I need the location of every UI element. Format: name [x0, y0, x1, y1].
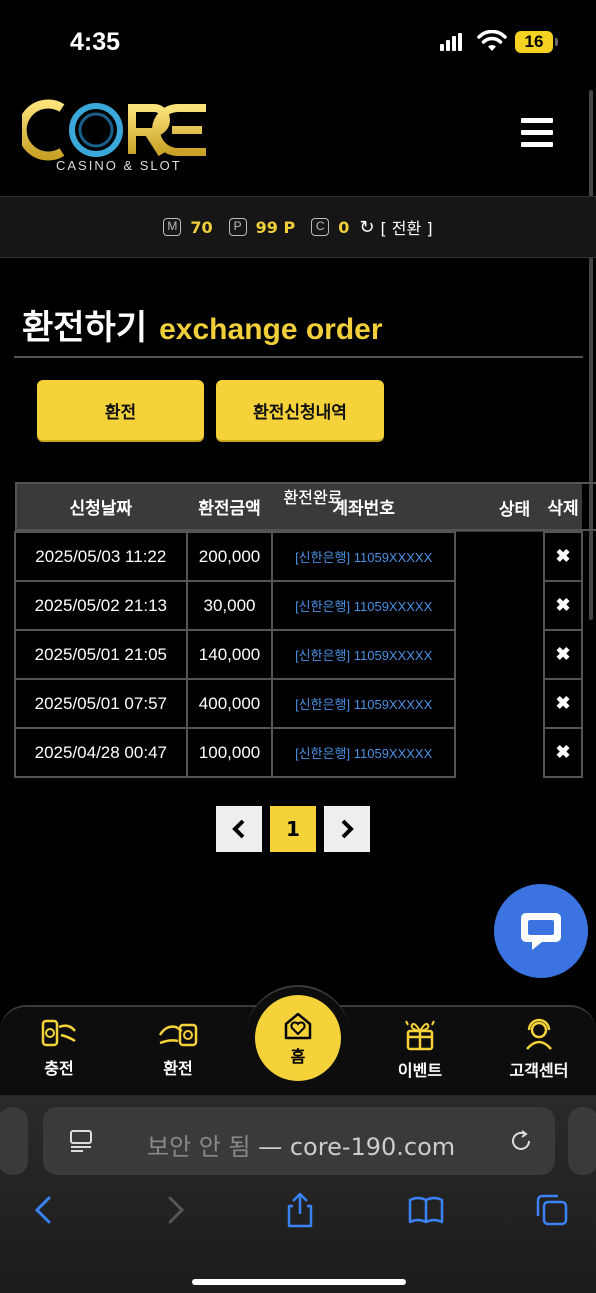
wifi-icon	[477, 30, 507, 51]
money-icon: M	[163, 218, 182, 236]
row-amount: 30,000	[185, 580, 274, 631]
nav-event[interactable]: 이벤트	[380, 1017, 460, 1081]
row-account: [신한은행] 11059XXXXX	[271, 531, 456, 582]
exchange-icon	[158, 1023, 198, 1047]
chevron-right-icon	[341, 819, 354, 839]
reload-icon[interactable]	[509, 1129, 533, 1153]
page-menu-icon[interactable]	[69, 1129, 93, 1153]
chevron-left-icon	[232, 819, 245, 839]
convert-button[interactable]: [ 전환 ]	[380, 215, 432, 239]
support-agent-icon	[526, 1018, 552, 1050]
menu-icon[interactable]	[521, 118, 553, 147]
row-date: 2025/05/03 11:22	[14, 531, 188, 582]
coupon-value: 0	[338, 217, 350, 237]
home-heart-icon	[284, 1012, 312, 1040]
row-amount: 200,000	[185, 531, 274, 582]
title-divider	[14, 356, 583, 358]
row-account: [신한은행] 11059XXXXX	[271, 580, 456, 631]
scrollbar[interactable]	[589, 90, 593, 620]
delete-icon[interactable]: ✖	[543, 678, 583, 729]
pagination: 1	[216, 806, 370, 852]
status-time: 4:35	[70, 28, 121, 56]
delete-icon[interactable]: ✖	[543, 531, 583, 582]
table-row: 2025/05/01 21:05 140,000 [신한은행] 11059XXX…	[14, 482, 596, 680]
nav-support[interactable]: 고객센터	[499, 1017, 579, 1081]
tabs-icon[interactable]	[532, 1190, 572, 1230]
next-tab-preview[interactable]	[568, 1107, 596, 1175]
row-amount: 140,000	[185, 629, 274, 680]
insecure-label: 보안 안 됨	[147, 1133, 251, 1161]
table-row: 2025/04/28 00:47 100,000 [신한은행] 11059XXX…	[14, 482, 596, 778]
points-bar: M 70 P 99 P C 0 ↻ [ 전환 ]	[0, 196, 596, 258]
row-account: [신한은행] 11059XXXXX	[271, 727, 456, 778]
page: 4:35 16 CASINO & SLOT M 70 P 99 P C 0 ↻ …	[0, 0, 596, 1293]
delete-icon[interactable]: ✖	[543, 580, 583, 631]
row-date: 2025/05/01 21:05	[14, 629, 188, 680]
page-title-ko: 환전하기	[22, 308, 148, 348]
exchange-history-table: 신청날짜 환전금액 계좌번호 상태 삭제 2025/05/03 11:22 20…	[14, 482, 596, 778]
row-date: 2025/04/28 00:47	[14, 727, 188, 778]
site-header: CASINO & SLOT	[0, 80, 596, 196]
exchange-button[interactable]: 환전	[37, 380, 204, 440]
delete-icon[interactable]: ✖	[543, 727, 583, 778]
browser-chrome: 보안 안 됨 — core-190.com	[0, 1095, 596, 1293]
charge-icon	[41, 1019, 76, 1047]
chat-button[interactable]	[494, 884, 588, 978]
page-number-button[interactable]: 1	[270, 806, 316, 852]
forward-icon[interactable]	[155, 1190, 195, 1230]
browser-toolbar	[0, 1190, 596, 1250]
prev-tab-preview[interactable]	[0, 1107, 28, 1175]
bookmarks-icon[interactable]	[406, 1190, 446, 1230]
table-row: 2025/05/01 07:57 400,000 [신한은행] 11059XXX…	[14, 482, 596, 729]
coupon-icon: C	[311, 218, 330, 236]
prev-page-button[interactable]	[216, 806, 262, 852]
gift-icon	[405, 1020, 435, 1051]
delete-icon[interactable]: ✖	[543, 629, 583, 680]
url-separator: —	[250, 1133, 290, 1161]
back-icon[interactable]	[24, 1190, 64, 1230]
status-bar: 4:35 16	[0, 0, 596, 80]
bottom-nav: 충전 환전 홈 이벤트 고객센터	[0, 985, 596, 1095]
refresh-icon[interactable]: ↻	[359, 217, 374, 238]
row-account: [신한은행] 11059XXXXX	[271, 629, 456, 680]
battery-icon: 16	[515, 31, 558, 53]
nav-home-label: 홈	[290, 1047, 306, 1066]
logo[interactable]: CASINO & SLOT	[17, 98, 212, 178]
home-indicator[interactable]	[192, 1279, 406, 1285]
share-icon[interactable]	[280, 1190, 320, 1230]
chat-bubble-icon	[521, 913, 561, 950]
address-bar[interactable]: 보안 안 됨 — core-190.com	[43, 1107, 555, 1175]
row-amount: 100,000	[185, 727, 274, 778]
nav-exchange-label: 환전	[163, 1059, 193, 1078]
nav-charge[interactable]: 충전	[19, 1017, 99, 1079]
row-account: [신한은행] 11059XXXXX	[271, 678, 456, 729]
point-icon: P	[228, 218, 247, 236]
nav-charge-label: 충전	[44, 1059, 74, 1078]
row-date: 2025/05/01 07:57	[14, 678, 188, 729]
url-domain: core-190.com	[289, 1133, 456, 1161]
logo-subtitle: CASINO & SLOT	[56, 158, 182, 173]
page-title-en: exchange order	[159, 313, 383, 346]
nav-event-label: 이벤트	[397, 1061, 443, 1080]
money-value: 70	[190, 217, 213, 237]
table-row: 2025/05/03 11:22 200,000 [신한은행] 11059XXX…	[14, 482, 596, 582]
nav-support-label: 고객센터	[509, 1061, 569, 1080]
point-value: 99 P	[255, 217, 296, 237]
row-date: 2025/05/02 21:13	[14, 580, 188, 631]
exchange-history-button[interactable]: 환전신청내역	[216, 380, 384, 440]
nav-home[interactable]: 홈	[255, 995, 341, 1081]
nav-exchange[interactable]: 환전	[138, 1017, 218, 1079]
row-status: 환전완료	[15, 482, 596, 531]
next-page-button[interactable]	[324, 806, 370, 852]
signal-icon	[440, 33, 466, 51]
page-title: 환전하기 exchange order	[22, 300, 383, 349]
table-row: 2025/05/02 21:13 30,000 [신한은행] 11059XXXX…	[14, 482, 596, 631]
row-amount: 400,000	[185, 678, 274, 729]
url-text: 보안 안 됨 — core-190.com	[147, 1127, 455, 1162]
